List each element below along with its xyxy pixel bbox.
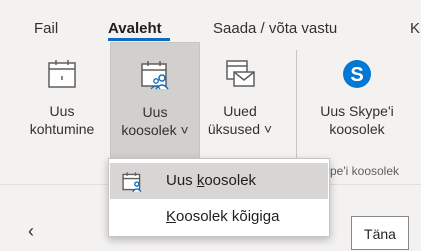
new-meeting-dropdown: Uus koosolek Koosolek kõigiga bbox=[108, 158, 330, 237]
new-meeting-label-1: Uus bbox=[142, 104, 168, 120]
new-items-label-1: Uued bbox=[223, 103, 257, 119]
calendar-mail-icon bbox=[226, 60, 255, 87]
new-meeting-button[interactable]: Uus koosolek ˅ bbox=[110, 42, 200, 159]
active-tab-indicator bbox=[108, 38, 170, 41]
tab-next-partial[interactable]: K bbox=[410, 20, 420, 37]
svg-text:S: S bbox=[350, 64, 363, 86]
new-skype-meeting-label-2: koosolek bbox=[329, 121, 385, 137]
menu-item-label: Koosolek kõigiga bbox=[166, 208, 280, 225]
calendar-icon bbox=[48, 60, 76, 88]
new-items-button[interactable]: Uued üksused ˅ bbox=[200, 42, 280, 162]
chevron-left-icon[interactable]: ‹ bbox=[28, 221, 34, 242]
new-appointment-button[interactable]: Uus kohtumine bbox=[22, 42, 102, 162]
menu-item-new-meeting[interactable]: Uus koosolek bbox=[110, 163, 328, 199]
tab-send-receive[interactable]: Saada / võta vastu bbox=[213, 20, 337, 37]
new-meeting-label-2: koosolek ˅ bbox=[121, 122, 189, 138]
menu-item-meeting-with-all[interactable]: Koosolek kõigiga bbox=[110, 199, 328, 235]
skype-icon: S bbox=[343, 60, 371, 88]
tab-file[interactable]: Fail bbox=[34, 20, 58, 37]
calendar-people-icon bbox=[141, 61, 169, 90]
new-skype-meeting-label-1: Uus Skype'i bbox=[320, 103, 394, 119]
tab-home[interactable]: Avaleht bbox=[108, 20, 162, 37]
menu-item-label: Uus koosolek bbox=[166, 172, 257, 189]
skype-group-label: pe'i koosolek bbox=[330, 164, 399, 178]
new-items-label-2: üksused ˅ bbox=[207, 121, 273, 137]
new-appointment-label-1: Uus bbox=[49, 103, 75, 119]
ribbon-separator bbox=[296, 50, 297, 160]
calendar-people-icon bbox=[122, 172, 142, 193]
today-button[interactable]: Täna bbox=[351, 216, 409, 250]
ribbon-tabs: Fail Avaleht Saada / võta vastu K bbox=[0, 0, 421, 41]
new-skype-meeting-button[interactable]: S Uus Skype'i koosolek bbox=[302, 42, 412, 162]
new-appointment-label-2: kohtumine bbox=[29, 121, 95, 137]
